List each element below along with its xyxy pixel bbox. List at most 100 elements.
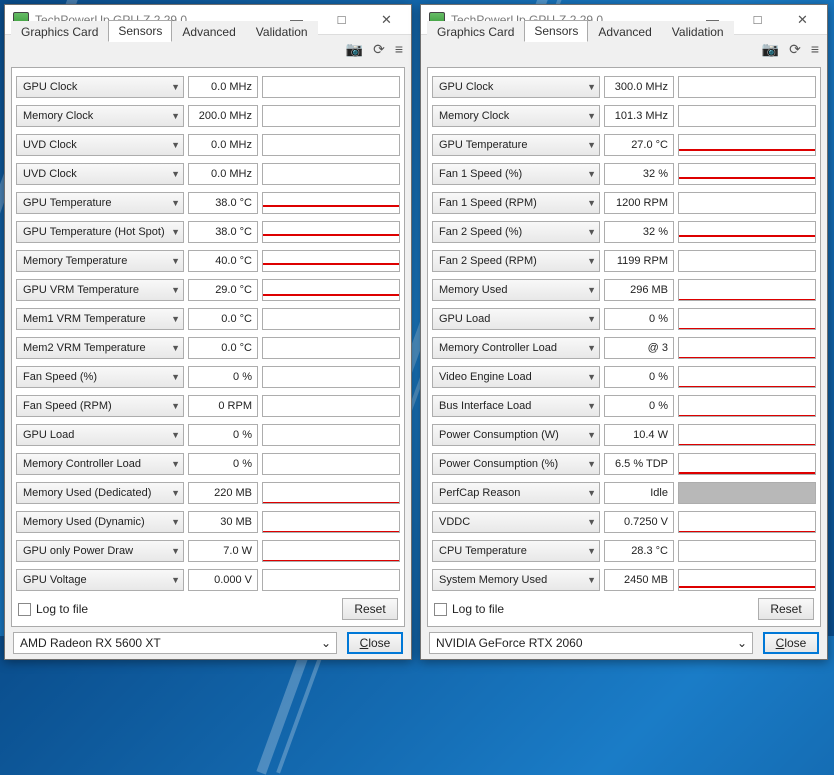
sensor-value[interactable]: 1200 RPM	[604, 192, 674, 214]
sensor-value[interactable]: 0.0 °C	[188, 308, 258, 330]
sensor-graph[interactable]	[678, 424, 816, 446]
sensor-graph[interactable]	[678, 482, 816, 504]
sensor-graph[interactable]	[678, 337, 816, 359]
screenshot-icon[interactable]: 📷	[346, 41, 363, 58]
gpu-select[interactable]: AMD Radeon RX 5600 XT⌄	[13, 632, 337, 654]
sensor-value[interactable]: 0 %	[188, 424, 258, 446]
sensor-label-dropdown[interactable]: Memory Used (Dedicated)▼	[16, 482, 184, 504]
sensor-value[interactable]: 101.3 MHz	[604, 105, 674, 127]
tab-graphics-card[interactable]: Graphics Card	[11, 21, 108, 42]
sensor-value[interactable]: 32 %	[604, 163, 674, 185]
sensor-value[interactable]: 200.0 MHz	[188, 105, 258, 127]
sensor-graph[interactable]	[262, 540, 400, 562]
sensor-label-dropdown[interactable]: Power Consumption (%)▼	[432, 453, 600, 475]
sensor-graph[interactable]	[262, 76, 400, 98]
sensor-graph[interactable]	[262, 192, 400, 214]
tab-advanced[interactable]: Advanced	[172, 21, 245, 42]
tab-validation[interactable]: Validation	[246, 21, 318, 42]
sensor-label-dropdown[interactable]: UVD Clock▼	[16, 134, 184, 156]
sensor-graph[interactable]	[262, 105, 400, 127]
sensor-graph[interactable]	[262, 511, 400, 533]
sensor-graph[interactable]	[678, 540, 816, 562]
sensor-label-dropdown[interactable]: Memory Controller Load▼	[432, 337, 600, 359]
refresh-icon[interactable]: ⟳	[373, 41, 385, 58]
sensor-graph[interactable]	[678, 221, 816, 243]
sensor-value[interactable]: 0.000 V	[188, 569, 258, 591]
log-to-file-checkbox[interactable]: Log to file	[434, 602, 504, 616]
sensor-graph[interactable]	[262, 424, 400, 446]
sensor-label-dropdown[interactable]: GPU Voltage▼	[16, 569, 184, 591]
sensor-value[interactable]: 10.4 W	[604, 424, 674, 446]
sensor-label-dropdown[interactable]: Fan Speed (%)▼	[16, 366, 184, 388]
sensor-value[interactable]: 0.0 MHz	[188, 163, 258, 185]
sensor-label-dropdown[interactable]: UVD Clock▼	[16, 163, 184, 185]
sensor-value[interactable]: 40.0 °C	[188, 250, 258, 272]
sensor-value[interactable]: 2450 MB	[604, 569, 674, 591]
sensor-value[interactable]: 28.3 °C	[604, 540, 674, 562]
sensor-label-dropdown[interactable]: GPU Temperature (Hot Spot)▼	[16, 221, 184, 243]
sensor-label-dropdown[interactable]: GPU Load▼	[16, 424, 184, 446]
sensor-value[interactable]: 27.0 °C	[604, 134, 674, 156]
sensor-graph[interactable]	[262, 337, 400, 359]
sensor-value[interactable]: 0.0 MHz	[188, 76, 258, 98]
sensor-label-dropdown[interactable]: Fan 2 Speed (%)▼	[432, 221, 600, 243]
sensor-graph[interactable]	[678, 250, 816, 272]
sensor-label-dropdown[interactable]: VDDC▼	[432, 511, 600, 533]
sensor-graph[interactable]	[262, 453, 400, 475]
sensor-value[interactable]: 30 MB	[188, 511, 258, 533]
close-button[interactable]: Close	[347, 632, 403, 654]
tab-validation[interactable]: Validation	[662, 21, 734, 42]
sensor-value[interactable]: 296 MB	[604, 279, 674, 301]
sensor-value[interactable]: 220 MB	[188, 482, 258, 504]
sensor-label-dropdown[interactable]: Mem2 VRM Temperature▼	[16, 337, 184, 359]
sensor-label-dropdown[interactable]: Memory Controller Load▼	[16, 453, 184, 475]
sensor-label-dropdown[interactable]: GPU Clock▼	[16, 76, 184, 98]
menu-icon[interactable]: ≡	[811, 41, 819, 57]
sensor-graph[interactable]	[262, 250, 400, 272]
sensor-graph[interactable]	[678, 395, 816, 417]
sensor-graph[interactable]	[262, 163, 400, 185]
sensor-value[interactable]: 0 %	[604, 395, 674, 417]
sensor-label-dropdown[interactable]: Power Consumption (W)▼	[432, 424, 600, 446]
window-close-button[interactable]: ✕	[780, 6, 825, 34]
sensor-graph[interactable]	[262, 482, 400, 504]
sensor-label-dropdown[interactable]: Bus Interface Load▼	[432, 395, 600, 417]
sensor-value[interactable]: 29.0 °C	[188, 279, 258, 301]
sensor-value[interactable]: 0.0 MHz	[188, 134, 258, 156]
sensor-graph[interactable]	[678, 76, 816, 98]
sensor-label-dropdown[interactable]: System Memory Used▼	[432, 569, 600, 591]
sensor-graph[interactable]	[678, 279, 816, 301]
sensor-value[interactable]: 38.0 °C	[188, 221, 258, 243]
sensor-value[interactable]: @ 3	[604, 337, 674, 359]
tab-sensors[interactable]: Sensors	[524, 20, 588, 42]
sensor-graph[interactable]	[678, 105, 816, 127]
sensor-value[interactable]: 32 %	[604, 221, 674, 243]
sensor-value[interactable]: 0 %	[604, 366, 674, 388]
screenshot-icon[interactable]: 📷	[762, 41, 779, 58]
sensor-value[interactable]: 38.0 °C	[188, 192, 258, 214]
tab-advanced[interactable]: Advanced	[588, 21, 661, 42]
sensor-label-dropdown[interactable]: GPU Temperature▼	[432, 134, 600, 156]
sensor-graph[interactable]	[262, 395, 400, 417]
sensor-graph[interactable]	[678, 453, 816, 475]
sensor-value[interactable]: 0 %	[188, 453, 258, 475]
sensor-value[interactable]: 6.5 % TDP	[604, 453, 674, 475]
sensor-value[interactable]: 300.0 MHz	[604, 76, 674, 98]
reset-button[interactable]: Reset	[758, 598, 814, 620]
sensor-label-dropdown[interactable]: Fan Speed (RPM)▼	[16, 395, 184, 417]
sensor-value[interactable]: 0 %	[188, 366, 258, 388]
sensor-graph[interactable]	[262, 308, 400, 330]
sensor-label-dropdown[interactable]: GPU Temperature▼	[16, 192, 184, 214]
sensor-graph[interactable]	[678, 569, 816, 591]
sensor-value[interactable]: 7.0 W	[188, 540, 258, 562]
sensor-graph[interactable]	[262, 366, 400, 388]
sensor-label-dropdown[interactable]: Video Engine Load▼	[432, 366, 600, 388]
reset-button[interactable]: Reset	[342, 598, 398, 620]
sensor-graph[interactable]	[262, 134, 400, 156]
sensor-label-dropdown[interactable]: GPU only Power Draw▼	[16, 540, 184, 562]
sensor-graph[interactable]	[678, 366, 816, 388]
sensor-label-dropdown[interactable]: GPU VRM Temperature▼	[16, 279, 184, 301]
log-to-file-checkbox[interactable]: Log to file	[18, 602, 88, 616]
sensor-label-dropdown[interactable]: Fan 1 Speed (%)▼	[432, 163, 600, 185]
sensor-label-dropdown[interactable]: Memory Clock▼	[16, 105, 184, 127]
